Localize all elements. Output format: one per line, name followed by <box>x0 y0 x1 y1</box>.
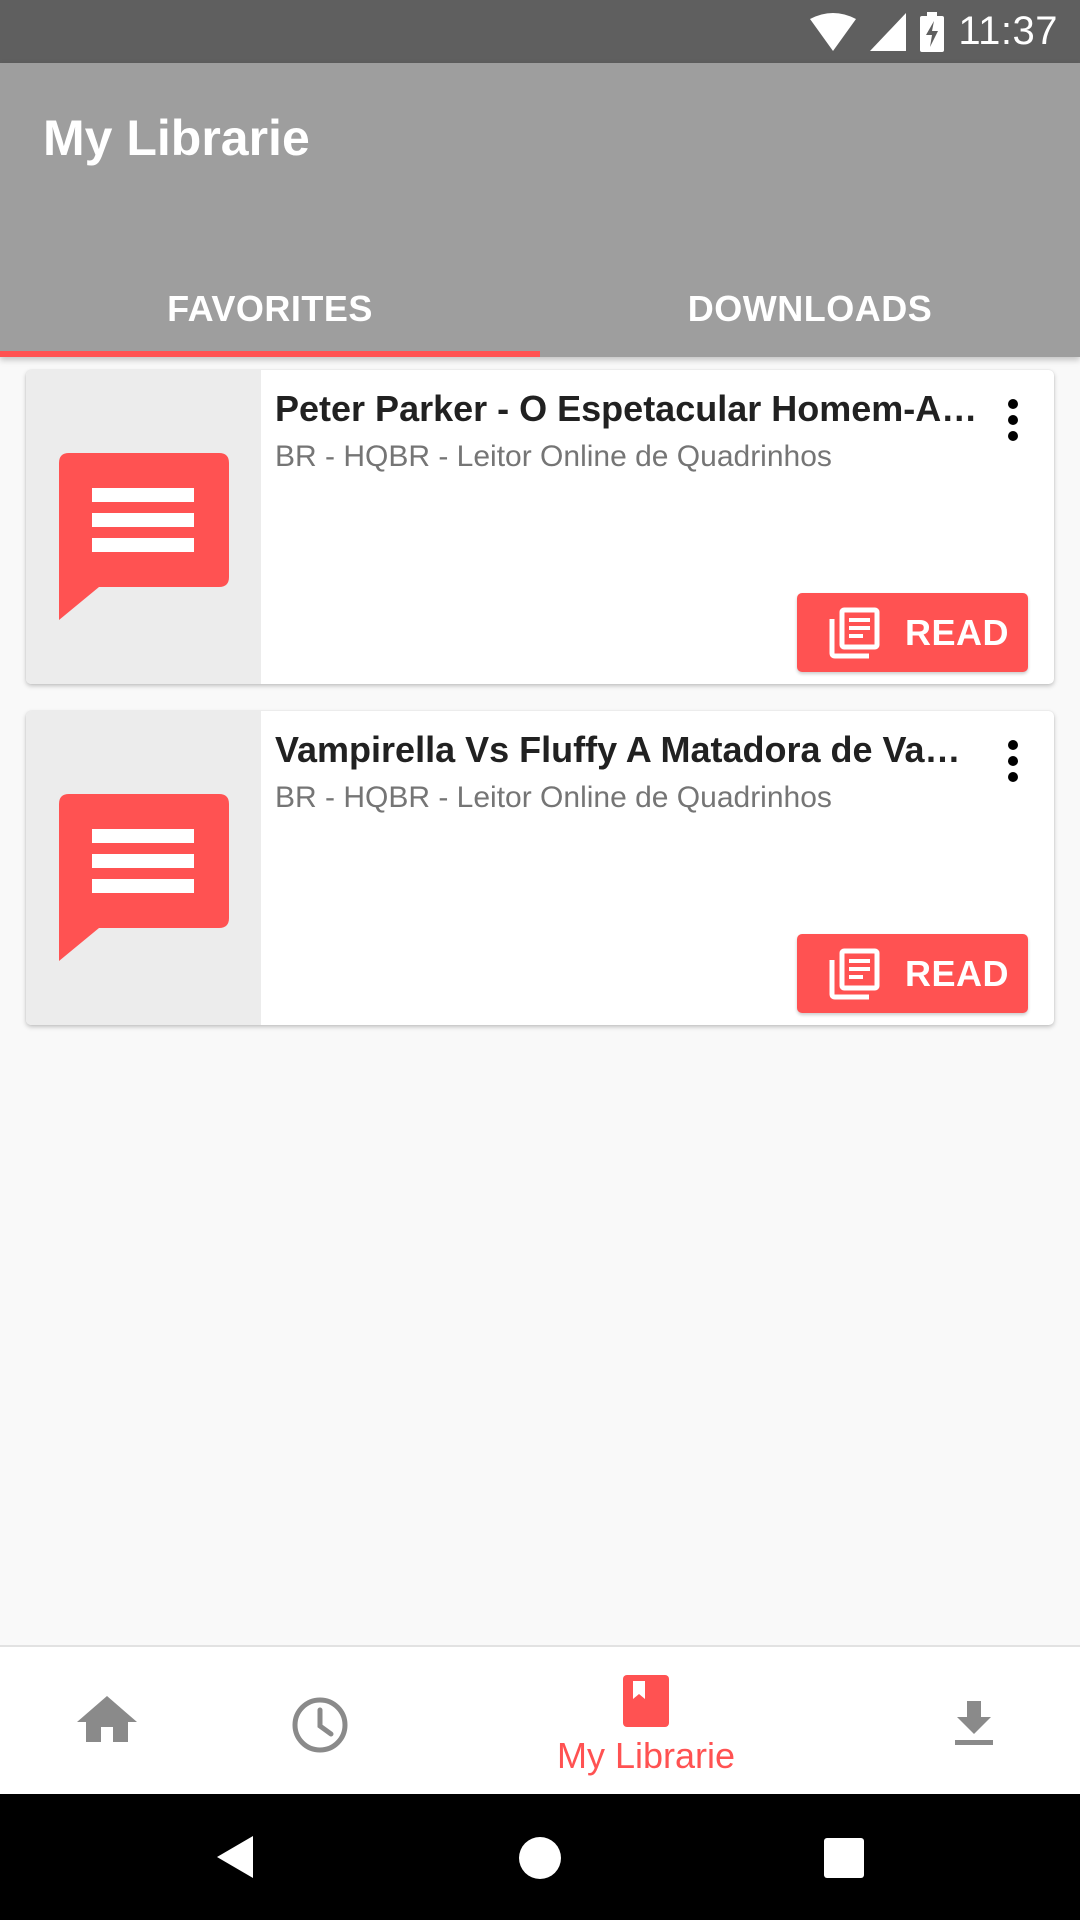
library-icon <box>623 1675 669 1727</box>
history-icon <box>292 1697 348 1753</box>
nav-downloads[interactable] <box>950 1647 998 1796</box>
nav-home[interactable] <box>75 1647 139 1796</box>
library-books-icon <box>829 607 880 658</box>
card-title: Peter Parker - O Espetacular Homem-Ar... <box>275 388 980 429</box>
card-title: Vampirella Vs Fluffy A Matadora de Vam..… <box>275 729 980 770</box>
bottom-navigation: My Librarie <box>0 1645 1080 1796</box>
tab-favorites[interactable]: FAVORITES <box>0 261 540 357</box>
favorite-card[interactable]: Vampirella Vs Fluffy A Matadora de Vam..… <box>26 711 1054 1025</box>
recents-icon[interactable] <box>824 1838 864 1878</box>
wifi-icon <box>810 12 857 51</box>
tab-indicator <box>0 351 540 357</box>
home-circle-icon[interactable] <box>518 1836 562 1880</box>
chat-message-icon <box>59 794 229 961</box>
tab-downloads[interactable]: DOWNLOADS <box>540 261 1080 357</box>
card-source: BR - HQBR - Leitor Online de Quadrinhos <box>275 440 832 473</box>
chat-message-icon <box>59 453 229 620</box>
read-button-label: READ <box>905 952 1010 994</box>
page-title: My Librarie <box>43 110 310 166</box>
card-source: BR - HQBR - Leitor Online de Quadrinhos <box>275 781 832 814</box>
signal-icon <box>870 12 907 51</box>
download-icon <box>955 1701 993 1745</box>
battery-charging-icon <box>920 11 945 52</box>
card-thumbnail <box>26 711 261 1025</box>
status-icons: 11:37 <box>810 0 1058 63</box>
status-bar: 11:37 <box>0 0 1080 63</box>
card-thumbnail <box>26 370 261 684</box>
system-navigation-bar <box>0 1794 1080 1920</box>
more-vert-icon[interactable] <box>998 739 1028 783</box>
library-books-icon <box>829 948 880 999</box>
read-button[interactable]: READ <box>797 934 1028 1013</box>
app-bar: My Librarie FAVORITES DOWNLOADS <box>0 63 1080 357</box>
nav-my-librarie[interactable]: My Librarie <box>530 1647 762 1796</box>
favorite-card[interactable]: Peter Parker - O Espetacular Homem-Ar...… <box>26 370 1054 684</box>
status-time: 11:37 <box>958 9 1058 53</box>
more-vert-icon[interactable] <box>998 398 1028 442</box>
nav-history[interactable] <box>290 1647 350 1796</box>
read-button-label: READ <box>905 611 1010 653</box>
back-icon[interactable] <box>215 1834 255 1880</box>
home-icon <box>77 1696 137 1742</box>
nav-my-librarie-label: My Librarie <box>556 1735 736 1776</box>
read-button[interactable]: READ <box>797 593 1028 672</box>
